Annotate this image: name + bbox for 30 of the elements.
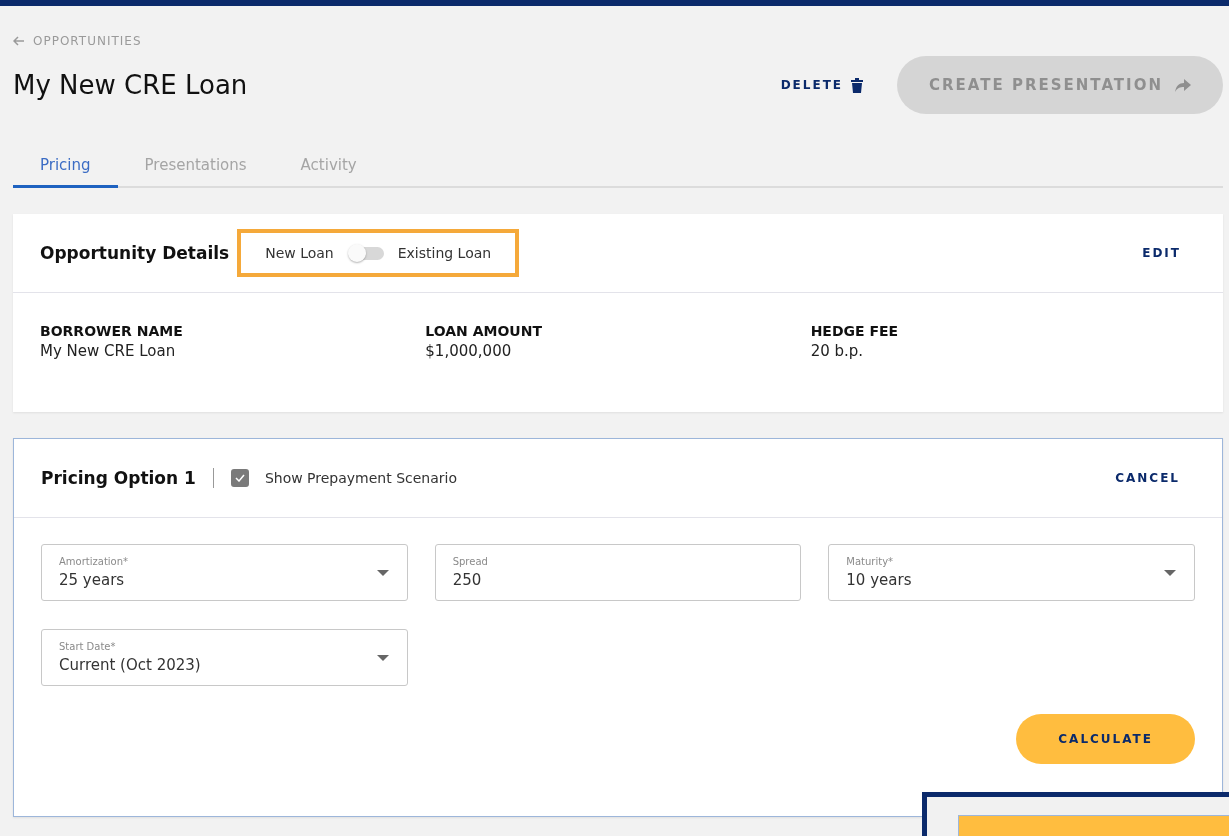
card-title: Pricing Option 1: [41, 468, 196, 488]
cancel-button[interactable]: CANCEL: [1109, 470, 1186, 486]
input-field[interactable]: Spread 250: [434, 544, 802, 601]
edit-button[interactable]: EDIT: [1136, 245, 1187, 261]
check-icon: [234, 474, 245, 482]
card-title: Opportunity Details: [40, 243, 230, 263]
dropdown-caret-icon: [376, 654, 389, 661]
page-title: My New CRE Loan: [13, 70, 248, 100]
field-value: $1,000,000: [425, 342, 513, 360]
tab[interactable]: Pricing: [13, 148, 118, 188]
dropdown-caret-icon: [376, 569, 389, 576]
loan-type-switch[interactable]: [347, 245, 384, 261]
back-arrow-icon[interactable]: [13, 36, 25, 46]
field-value: 20 b.p.: [810, 342, 865, 360]
select-field[interactable]: Start Date* Current (Oct 2023): [41, 629, 408, 686]
field-value: My New CRE Loan: [40, 342, 177, 360]
delete-button[interactable]: DELETE: [780, 73, 863, 97]
dropdown-caret-icon: [1164, 569, 1176, 576]
select-field[interactable]: Maturity* 10 years: [828, 544, 1195, 601]
field-label: HEDGE FEE: [810, 323, 900, 339]
checkbox[interactable]: [230, 469, 249, 487]
share-arrow-icon: [1175, 78, 1191, 92]
toggle-label: New Loan: [265, 245, 334, 261]
trash-icon: [851, 77, 863, 93]
checkbox-label: Show Prepayment Scenario: [264, 470, 458, 486]
field-label: LOAN AMOUNT: [425, 323, 543, 339]
field-label: BORROWER NAME: [40, 323, 184, 339]
select-field[interactable]: Amortization* 25 years: [41, 544, 408, 601]
toggle-label: Existing Loan: [397, 245, 492, 261]
calculate-button[interactable]: CALCULATE: [1016, 714, 1195, 764]
